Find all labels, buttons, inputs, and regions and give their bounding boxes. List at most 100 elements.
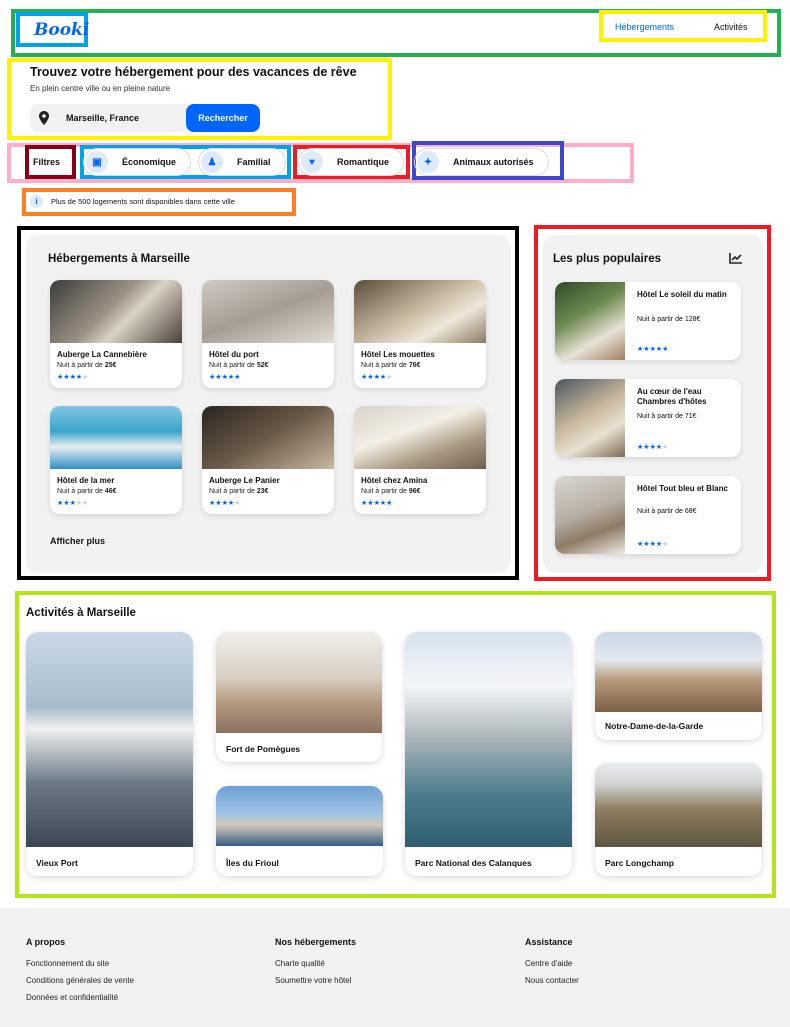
info-text: Plus de 500 logements sont disponibles d… xyxy=(51,197,235,206)
price-value: 76€ xyxy=(408,362,421,369)
search-input[interactable]: Marseille, France xyxy=(66,113,139,123)
accommodation-name: Auberge Le Panier xyxy=(209,476,280,485)
nav-activites[interactable]: Activités xyxy=(714,22,748,32)
filter-economique[interactable]: ▣ Économique xyxy=(83,148,192,176)
search-button[interactable]: Rechercher xyxy=(186,104,260,132)
rating-stars: ★★★★★ xyxy=(637,540,668,548)
accommodation-name: Hôtel chez Amina xyxy=(361,476,428,485)
popular-name: Hôtel Le soleil du matin xyxy=(637,290,727,299)
accommodation-card[interactable]: Hôtel chez Amina Nuit à partir de 96€ ★★★★… xyxy=(354,406,486,514)
popular-card[interactable]: Hôtel Le soleil du matin Nuit à partir de… xyxy=(555,282,741,360)
accommodation-photo xyxy=(354,280,486,343)
activity-card[interactable]: Parc Longchamp xyxy=(595,763,762,876)
popular-card[interactable]: Hôtel Tout bleu et Blanc Nuit à partir de… xyxy=(555,476,741,554)
accommodation-price: Nuit à partir de 46€ xyxy=(57,488,117,495)
hero-subtitle: En plein centre ville ou en pleine natur… xyxy=(30,84,171,93)
price-value: 52€ xyxy=(256,362,269,369)
footer-column-title: Nos hébergements xyxy=(275,937,357,947)
heart-icon: ♥ xyxy=(301,151,323,173)
dog-icon: ✦ xyxy=(417,151,439,173)
star-empty-icon: ★ xyxy=(662,541,669,548)
popular-price: Nuit à partir de 71€ xyxy=(637,413,697,420)
activity-card[interactable]: Vieux Port xyxy=(26,632,193,876)
price-value: 96€ xyxy=(408,488,421,495)
price-value: 23€ xyxy=(256,488,269,495)
rating-stars: ★★★★★ xyxy=(57,499,88,507)
filter-romantique[interactable]: ♥ Romantique xyxy=(298,148,405,176)
accommodation-name: Hôtel du port xyxy=(209,350,259,359)
info-icon: i xyxy=(30,195,43,208)
rating-stars: ★★★★★ xyxy=(637,345,668,353)
filter-label: Économique xyxy=(122,157,177,167)
rating-stars: ★★★★★ xyxy=(209,499,240,507)
footer xyxy=(0,908,790,1027)
activity-photo xyxy=(595,632,762,712)
popular-photo xyxy=(555,282,625,360)
footer-link[interactable]: Conditions générales de vente xyxy=(26,976,134,985)
accommodation-price: Nuit à partir de 76€ xyxy=(361,362,421,369)
activity-card[interactable]: Notre-Dame-de-la-Garde xyxy=(595,632,762,740)
popular-photo xyxy=(555,476,625,554)
star-empty-icon: ★ xyxy=(82,500,89,507)
footer-link[interactable]: Charte qualité xyxy=(275,959,325,968)
activity-name: Parc Longchamp xyxy=(605,858,674,868)
activity-name: Notre-Dame-de-la-Garde xyxy=(605,721,704,731)
nav-hebergements[interactable]: Hébergements xyxy=(615,22,674,32)
child-icon: ♟ xyxy=(201,151,223,173)
money-icon: ▣ xyxy=(86,151,108,173)
accommodation-price: Nuit à partir de 23€ xyxy=(209,488,269,495)
accommodation-card[interactable]: Hôtel de la mer Nuit à partir de 46€ ★★★★★ xyxy=(50,406,182,514)
activity-card[interactable]: Îles du Frioul xyxy=(216,786,383,876)
popular-price: Nuit à partir de 68€ xyxy=(637,508,697,515)
accommodation-price: Nuit à partir de 96€ xyxy=(361,488,421,495)
popular-title: Les plus populaires xyxy=(553,253,661,265)
rating-stars: ★★★★★ xyxy=(209,373,240,381)
filters-label: Filtres xyxy=(33,157,61,167)
accommodation-card[interactable]: Hôtel Les mouettes Nuit à partir de 76€ ★★… xyxy=(354,280,486,388)
activity-photo xyxy=(26,632,193,847)
activity-card[interactable]: Parc National des Calanques xyxy=(405,632,572,876)
rating-stars: ★★★★★ xyxy=(361,373,392,381)
star-empty-icon: ★ xyxy=(386,374,393,381)
booki-logo[interactable]: Booki xyxy=(34,20,89,40)
filter-label: Animaux autorisés xyxy=(453,157,534,167)
annotation-header xyxy=(11,9,781,57)
footer-link[interactable]: Centre d'aide xyxy=(525,959,572,968)
filter-label: Romantique xyxy=(337,157,390,167)
footer-link[interactable]: Nous contacter xyxy=(525,976,579,985)
footer-link[interactable]: Soumettre votre hôtel xyxy=(275,976,351,985)
price-value: 46€ xyxy=(104,488,117,495)
info-banner: i Plus de 500 logements sont disponibles … xyxy=(30,195,235,208)
popular-name: Hôtel Tout bleu et Blanc xyxy=(637,484,728,493)
accommodation-photo xyxy=(202,280,334,343)
popular-card[interactable]: Au cœur de l'eau Chambres d'hôtes Nuit à … xyxy=(555,379,741,457)
accommodation-photo xyxy=(354,406,486,469)
footer-link[interactable]: Fonctionnement du site xyxy=(26,959,109,968)
star-empty-icon: ★ xyxy=(662,444,669,451)
accommodation-card[interactable]: Auberge La Cannebière Nuit à partir de 25… xyxy=(50,280,182,388)
show-more-link[interactable]: Afficher plus xyxy=(50,536,105,546)
activity-photo xyxy=(405,632,572,847)
popular-photo xyxy=(555,379,625,457)
filter-animaux[interactable]: ✦ Animaux autorisés xyxy=(414,148,549,176)
accommodation-name: Hôtel Les mouettes xyxy=(361,350,435,359)
footer-link[interactable]: Données et confidentialité xyxy=(26,993,118,1002)
activity-card[interactable]: Fort de Pomègues xyxy=(216,632,382,762)
activity-name: Parc National des Calanques xyxy=(415,858,532,868)
accommodation-card[interactable]: Hôtel du port Nuit à partir de 52€ ★★★★★ xyxy=(202,280,334,388)
price-value: 25€ xyxy=(104,362,117,369)
footer-column-title: A propos xyxy=(26,937,66,947)
star-filled-icon: ★ xyxy=(662,346,669,353)
footer-column-title: Assistance xyxy=(525,937,573,947)
rating-stars: ★★★★★ xyxy=(637,443,668,451)
popular-name: Au cœur de l'eau Chambres d'hôtes xyxy=(637,387,707,406)
filter-label: Familial xyxy=(237,157,271,167)
location-pin-icon xyxy=(39,111,49,125)
accommodation-photo xyxy=(50,406,182,469)
filter-familial[interactable]: ♟ Familial xyxy=(198,148,286,176)
activity-photo xyxy=(216,786,383,846)
activity-name: Fort de Pomègues xyxy=(226,744,301,754)
rating-stars: ★★★★★ xyxy=(57,373,88,381)
accommodation-card[interactable]: Auberge Le Panier Nuit à partir de 23€ ★★★… xyxy=(202,406,334,514)
activity-photo xyxy=(595,763,762,847)
